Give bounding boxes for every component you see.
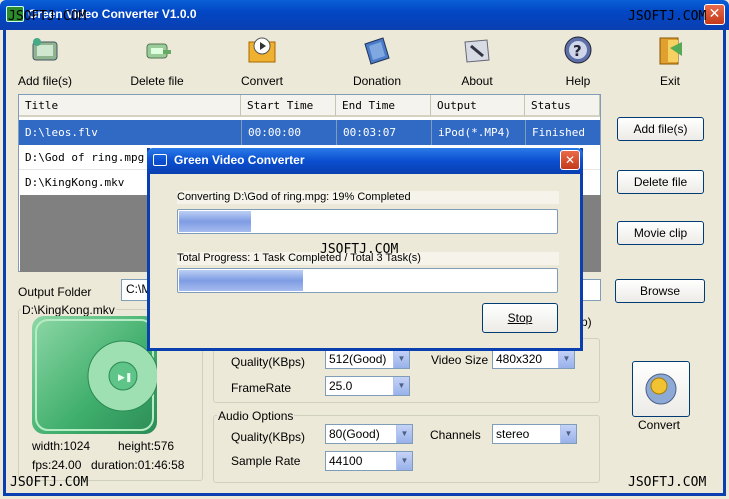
- big-convert-label: Convert: [638, 418, 681, 432]
- cell-title: D:\KingKong.mkv: [25, 176, 125, 189]
- ipod-preview-image: ▶❚: [32, 316, 159, 434]
- video-quality-label: Quality(KBps): [231, 355, 306, 369]
- chevron-down-icon[interactable]: ▼: [560, 425, 576, 443]
- sample-rate-select[interactable]: 44100 ▼: [325, 451, 413, 471]
- total-progress-fill: [179, 270, 303, 291]
- audio-quality-label: Quality(KBps): [231, 430, 306, 444]
- output-folder-label: Output Folder: [18, 285, 92, 299]
- audio-options-title: Audio Options: [217, 409, 295, 423]
- column-header-status[interactable]: Status: [525, 95, 600, 117]
- channels-select[interactable]: stereo ▼: [492, 424, 577, 444]
- framerate-value: 25.0: [329, 379, 353, 393]
- column-header-end-time[interactable]: End Time: [336, 95, 431, 117]
- audio-quality-select[interactable]: 80(Good) ▼: [325, 424, 413, 444]
- sample-rate-value: 44100: [329, 454, 363, 468]
- preview-duration: duration:01:46:58: [91, 458, 185, 472]
- watermark-top-left: JSOFTJ.COM: [8, 9, 87, 24]
- channels-value: stereo: [496, 427, 530, 441]
- chevron-down-icon[interactable]: ▼: [396, 452, 412, 470]
- exit-icon: [654, 34, 686, 66]
- stop-button-label: Stop: [507, 311, 533, 325]
- cell-status: Finished: [525, 120, 585, 145]
- add-files-button[interactable]: Add file(s): [617, 117, 704, 141]
- video-size-label: Video Size: [431, 353, 489, 367]
- window-close-button[interactable]: ✕: [704, 4, 725, 25]
- cell-title: D:\leos.flv: [25, 126, 98, 139]
- table-row[interactable]: D:\leos.flv 00:00:00 00:03:07 iPod(*.MP4…: [19, 120, 600, 145]
- current-file-progress-bar: [177, 209, 558, 234]
- current-file-progress-fill: [179, 211, 251, 232]
- toolbar-about-label: About: [461, 74, 493, 88]
- video-quality-select[interactable]: 512(Good) ▼: [325, 349, 410, 369]
- framerate-label: FrameRate: [231, 381, 292, 395]
- movie-clip-button[interactable]: Movie clip: [617, 221, 704, 245]
- chevron-down-icon[interactable]: ▼: [393, 377, 409, 395]
- dialog-app-icon: [153, 154, 167, 166]
- watermark-top-right: JSOFTJ.COM: [628, 9, 707, 24]
- toolbar-help-label: Help: [565, 74, 591, 88]
- delete-file-icon: [141, 34, 173, 66]
- svg-text:?: ?: [573, 42, 582, 60]
- svg-text:▶❚: ▶❚: [118, 373, 132, 383]
- window-titlebar[interactable]: Green Video Converter V1.0.0 ✕: [0, 0, 729, 30]
- toolbar-add-files-button[interactable]: Add file(s): [0, 34, 90, 88]
- sample-rate-label: Sample Rate: [231, 454, 301, 468]
- ipod-wheel-icon: ▶❚: [35, 319, 159, 431]
- chevron-down-icon[interactable]: ▼: [396, 425, 412, 443]
- column-header-output[interactable]: Output: [431, 95, 525, 117]
- channels-label: Channels: [430, 428, 481, 442]
- progress-dialog-titlebar[interactable]: Green Video Converter ✕: [147, 148, 583, 174]
- preview-width: width:1024: [32, 439, 91, 453]
- dialog-close-button[interactable]: ✕: [560, 150, 580, 170]
- video-size-select[interactable]: 480x320 ▼: [492, 349, 575, 369]
- preview-height: height:576: [118, 439, 175, 453]
- watermark-center: JSOFTJ.COM: [320, 242, 399, 257]
- toolbar-convert-label: Convert: [240, 74, 284, 88]
- toolbar-convert-button[interactable]: Convert: [217, 34, 307, 88]
- audio-quality-value: 80(Good): [329, 427, 380, 441]
- help-icon: ?: [562, 34, 594, 66]
- cell-output: iPod(*.MP4): [431, 120, 511, 145]
- toolbar-exit-label: Exit: [659, 74, 680, 88]
- current-file-progress-text: Converting D:\God of ring.mpg: 19% Compl…: [177, 191, 559, 204]
- toolbar-about-button[interactable]: About: [432, 34, 522, 88]
- cell-start-time: 00:00:00: [241, 120, 301, 145]
- toolbar-delete-file-label: Delete file: [130, 74, 184, 88]
- add-file-icon: [29, 34, 61, 66]
- convert-icon: [246, 34, 278, 66]
- toolbar-add-files-label: Add file(s): [17, 74, 73, 88]
- convert-disc-icon: [645, 373, 677, 405]
- preview-file-name: D:\KingKong.mkv: [21, 303, 116, 317]
- toolbar-delete-file-button[interactable]: Delete file: [112, 34, 202, 88]
- watermark-bottom-right: JSOFTJ.COM: [628, 475, 707, 490]
- delete-file-button[interactable]: Delete file: [617, 170, 704, 194]
- chevron-down-icon[interactable]: ▼: [393, 350, 409, 368]
- cell-end-time: 00:03:07: [336, 120, 396, 145]
- browse-button[interactable]: Browse: [615, 279, 705, 303]
- toolbar-donation-button[interactable]: Donation: [332, 34, 422, 88]
- total-progress-bar: [177, 268, 558, 293]
- toolbar-help-button[interactable]: ? Help: [533, 34, 623, 88]
- progress-dialog-title: Green Video Converter: [174, 153, 305, 167]
- about-icon: [461, 34, 493, 66]
- toolbar-donation-label: Donation: [352, 74, 402, 88]
- big-convert-button[interactable]: [632, 361, 690, 417]
- chevron-down-icon[interactable]: ▼: [558, 350, 574, 368]
- column-header-start-time[interactable]: Start Time: [241, 95, 336, 117]
- column-header-title[interactable]: Title: [19, 95, 241, 117]
- toolbar-exit-button[interactable]: Exit: [625, 34, 715, 88]
- watermark-bottom-left: JSOFTJ.COM: [10, 475, 89, 490]
- framerate-select[interactable]: 25.0 ▼: [325, 376, 410, 396]
- video-size-value: 480x320: [496, 352, 543, 366]
- cell-title: D:\God of ring.mpg: [25, 151, 145, 164]
- stop-button[interactable]: Stop: [482, 303, 558, 333]
- video-quality-value: 512(Good): [329, 352, 387, 366]
- preview-fps: fps:24.00: [32, 458, 82, 472]
- donation-icon: [361, 34, 393, 66]
